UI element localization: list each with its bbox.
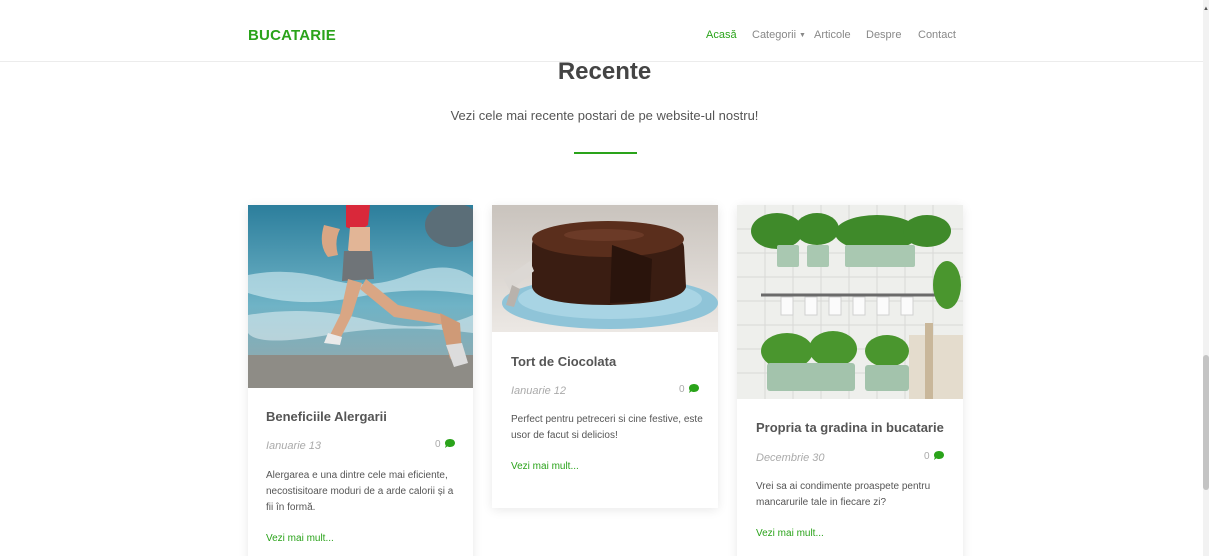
comment-count[interactable]: 0 xyxy=(435,439,455,450)
nav-item-contact[interactable]: Contact xyxy=(918,29,956,41)
post-excerpt: Alergarea e una dintre cele mai eficient… xyxy=(266,470,454,513)
post-card: Propria ta gradina in bucatarie Decembri… xyxy=(737,205,963,556)
comment-count-value: 0 xyxy=(679,384,685,395)
top-navbar: BUCATARIE Acasă Categorii ▼ Articole Desp… xyxy=(0,0,1203,62)
comment-bubble-icon xyxy=(933,451,944,460)
comment-count-value: 0 xyxy=(435,439,441,450)
post-date: Decembrie 30 xyxy=(756,452,825,464)
brand-logo[interactable]: BUCATARIE xyxy=(248,27,336,44)
chevron-down-icon: ▼ xyxy=(799,32,806,39)
scroll-up-arrow-icon[interactable]: ▲ xyxy=(1203,6,1209,12)
post-excerpt: Perfect pentru petreceri si cine festive… xyxy=(511,414,703,441)
post-date: Ianuarie 13 xyxy=(266,440,322,452)
read-more-link[interactable]: Vezi mai mult... xyxy=(511,461,579,472)
comment-bubble-icon xyxy=(444,439,455,448)
nav-item-categories-label: Categorii xyxy=(752,29,797,41)
scroll-thumb[interactable] xyxy=(1203,355,1209,490)
section-subtitle: Vezi cele mai recente postari de pe webs… xyxy=(450,108,759,123)
read-more-link[interactable]: Vezi mai mult... xyxy=(756,528,824,539)
section-title: Recente xyxy=(557,58,652,85)
section-divider xyxy=(574,152,637,154)
post-title[interactable]: Propria ta gradina in bucatarie xyxy=(756,420,944,435)
comment-count[interactable]: 0 xyxy=(924,451,944,462)
post-excerpt: Vrei sa ai condimente proaspete pentru m… xyxy=(756,481,931,508)
read-more-link[interactable]: Vezi mai mult... xyxy=(266,533,334,544)
post-title[interactable]: Beneficiile Alergarii xyxy=(266,409,387,424)
post-card: Tort de Ciocolata Ianuarie 12 0 Perfect … xyxy=(492,205,718,508)
post-image-runner[interactable] xyxy=(248,205,473,388)
nav-item-home[interactable]: Acasă xyxy=(706,29,737,41)
post-image-chocolate-cake[interactable] xyxy=(492,205,718,332)
post-date: Ianuarie 12 xyxy=(511,385,567,397)
post-title[interactable]: Tort de Ciocolata xyxy=(511,354,616,369)
post-card: Beneficiile Alergarii Ianuarie 13 0 Aler… xyxy=(248,205,473,556)
nav-item-categories[interactable]: Categorii ▼ xyxy=(752,29,806,41)
post-image-herb-garden[interactable] xyxy=(737,205,963,399)
comment-count[interactable]: 0 xyxy=(679,384,699,395)
comment-count-value: 0 xyxy=(924,451,930,462)
comment-bubble-icon xyxy=(688,384,699,393)
nav-item-about[interactable]: Despre xyxy=(866,29,901,41)
nav-item-articles[interactable]: Articole xyxy=(814,29,851,41)
